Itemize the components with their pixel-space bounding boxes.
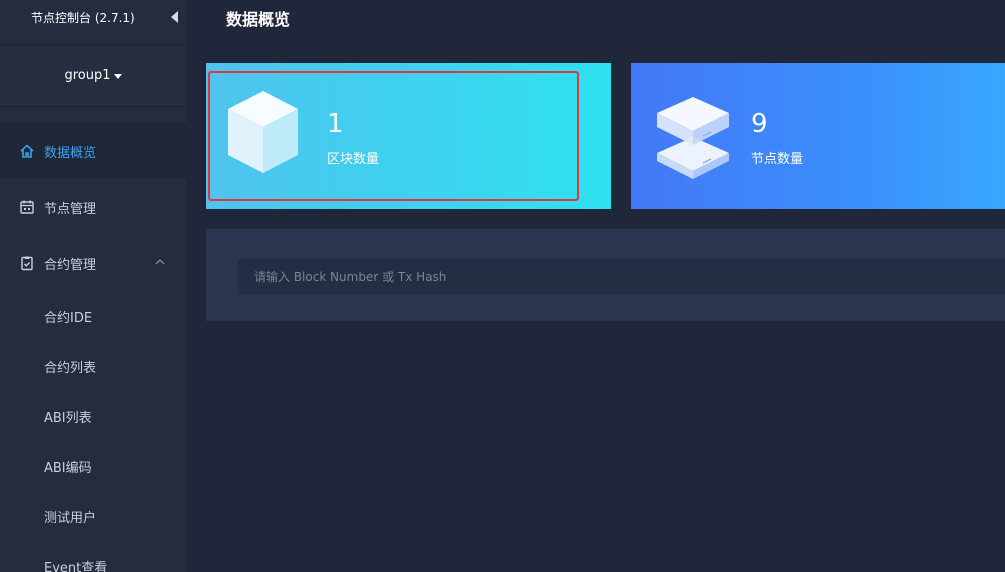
sidebar-item-nodes[interactable]: 节点管理 (0, 179, 186, 235)
app-title: 节点控制台 (2.7.1) (31, 11, 135, 25)
sidebar-item-label: 节点管理 (44, 201, 97, 217)
sidebar-subitem-contract-list[interactable]: 合约列表 (0, 341, 186, 391)
chevron-down-icon (113, 73, 122, 79)
server-icon (657, 97, 729, 179)
sidebar-item-contracts[interactable]: 合约管理 (0, 235, 186, 291)
block-count-card[interactable]: 1 区块数量 (206, 63, 611, 209)
app-title-bar: 节点控制台 (2.7.1) (0, 0, 186, 36)
chevron-up-icon (155, 259, 165, 265)
search-input[interactable] (238, 259, 1005, 295)
collapse-sidebar-icon[interactable] (170, 11, 180, 23)
sidebar-nav: 数据概览 节点管理 合约管理 合约IDE 合约列表 ABI列表 ABI编码 测试… (0, 123, 186, 572)
sidebar-subitem-abi-encode[interactable]: ABI编码 (0, 441, 186, 491)
node-count-label: 节点数量 (751, 152, 804, 167)
node-count-value: 9 (751, 109, 768, 139)
group-selector[interactable]: group1 (0, 44, 186, 107)
sidebar-subitem-abi-list[interactable]: ABI列表 (0, 391, 186, 441)
sidebar-item-label: 数据概览 (44, 145, 97, 161)
block-count-label: 区块数量 (327, 152, 380, 167)
sidebar-subitem-event-view[interactable]: Event查看 (0, 541, 186, 572)
sidebar-item-label: 合约管理 (44, 257, 97, 273)
page-title: 数据概览 (226, 10, 291, 29)
home-icon (20, 144, 34, 158)
block-count-value: 1 (327, 109, 344, 139)
clipboard-check-icon (21, 256, 33, 271)
sidebar-subitem-contract-ide[interactable]: 合约IDE (0, 291, 186, 341)
cube-icon (228, 91, 298, 173)
calendar-icon (20, 200, 34, 214)
search-panel (206, 229, 1005, 321)
group-label: group1 (64, 68, 111, 83)
node-count-card[interactable]: 9 节点数量 (631, 63, 1005, 209)
sidebar: 节点控制台 (2.7.1) group1 数据概览 节点管理 合约管理 合约ID… (0, 0, 186, 572)
sidebar-subitem-test-users[interactable]: 测试用户 (0, 491, 186, 541)
sidebar-item-overview[interactable]: 数据概览 (0, 123, 186, 179)
